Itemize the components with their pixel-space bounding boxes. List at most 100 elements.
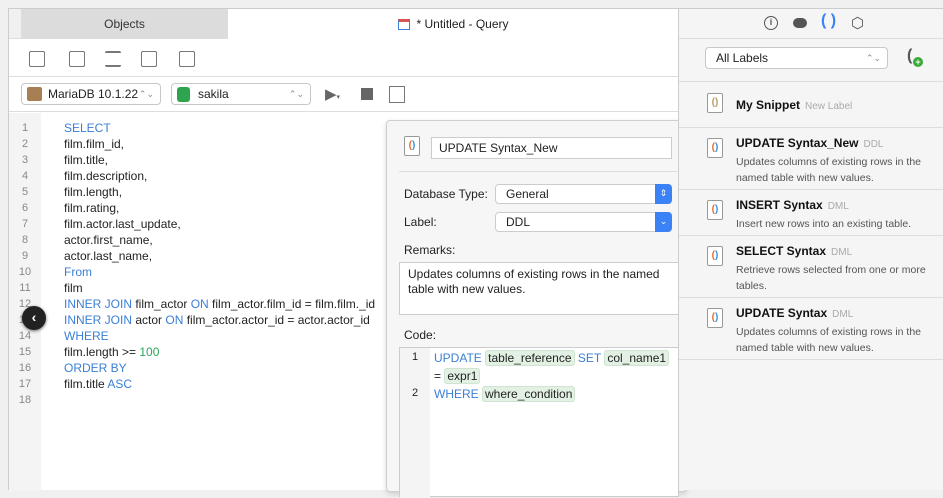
remarks-textarea[interactable]: Updates columns of existing rows in the …	[399, 262, 679, 315]
snippets-icon[interactable]: ( )	[821, 12, 836, 30]
database-type-value: General	[506, 187, 549, 201]
label-select[interactable]: DDL ⌄	[495, 212, 672, 232]
snippet-item[interactable]: () SELECT Syntax DML Retrieve rows select…	[679, 236, 943, 298]
remarks-label: Remarks:	[404, 243, 456, 257]
sql-text: film_actor.film_id = film.film._id	[208, 297, 376, 311]
line-number: 5	[21, 186, 29, 198]
query-toolbar	[9, 39, 679, 77]
info-icon[interactable]: i	[764, 16, 778, 30]
placeholder-token[interactable]: table_reference	[485, 350, 575, 366]
label-label: Label:	[404, 215, 437, 229]
database-type-label: Database Type:	[404, 187, 488, 201]
connection-label: MariaDB 10.1.22	[48, 87, 139, 101]
placeholder-token[interactable]: where_condition	[482, 386, 576, 402]
snippet-name: INSERT Syntax	[736, 198, 823, 212]
code-line: actor.last_name,	[64, 248, 375, 264]
snippet-description: Updates columns of existing rows in the …	[736, 326, 922, 354]
code-editor[interactable]: 1 2 UPDATE table_reference SET col_name1…	[399, 347, 679, 498]
sql-text: film_actor.actor_id = actor.actor_id	[183, 313, 370, 327]
tab-query[interactable]: * Untitled - Query	[228, 9, 679, 39]
preview-eye-icon[interactable]	[793, 18, 807, 28]
sql-keyword: From	[64, 265, 92, 279]
code-line: INNER JOIN film_actor ON film_actor.film…	[64, 296, 375, 312]
snippet-description: Insert new rows into an existing table.	[736, 218, 912, 230]
snippet-icon: ()	[404, 136, 420, 156]
divider	[399, 171, 677, 172]
code-line: film.title,	[64, 152, 375, 168]
sql-text: actor	[132, 313, 166, 327]
sql-text: film.film_id,	[64, 137, 125, 151]
chevron-updown-icon: ⌃⌄	[138, 89, 154, 99]
stop-icon[interactable]	[361, 88, 373, 100]
code-line: ORDER BY	[64, 360, 375, 376]
add-snippet-icon[interactable]: (+	[907, 47, 923, 67]
snippet-detail-popover: () UPDATE Syntax_New Database Type: Gene…	[386, 120, 698, 498]
placeholder-token[interactable]: expr1	[444, 368, 481, 384]
code-line: WHERE	[64, 328, 375, 344]
code-line: film.length,	[64, 184, 375, 200]
label-filter-select[interactable]: All Labels ⌃⌄	[705, 47, 888, 69]
snippet-title: SELECT Syntax DML	[736, 244, 852, 258]
line-number: 18	[18, 394, 32, 406]
database-type-select[interactable]: General ⇕	[495, 184, 672, 204]
line-number-gutter: 123456789101112131415161718	[9, 113, 41, 491]
beautify-icon[interactable]	[105, 51, 121, 67]
snippet-label: DML	[827, 201, 849, 212]
line-number: 3	[21, 154, 29, 166]
line-number: 16	[18, 362, 32, 374]
snippet-name: SELECT Syntax	[736, 244, 827, 258]
sql-text: film.title,	[64, 153, 109, 167]
save-icon[interactable]	[29, 51, 45, 67]
snippet-icon: ()	[707, 246, 723, 266]
code-line: film	[64, 280, 375, 296]
line-number: 1	[411, 351, 419, 363]
chevron-updown-icon: ⌃⌄	[865, 53, 881, 63]
snippet-item[interactable]: () UPDATE Syntax DML Updates columns of e…	[679, 298, 943, 360]
hexagon-settings-icon[interactable]: ⬡	[851, 14, 864, 32]
code-snippet-icon[interactable]	[141, 51, 157, 67]
chevron-down-icon: ⌄	[655, 212, 672, 232]
tab-objects[interactable]: Objects	[21, 9, 228, 39]
tab-bar: Objects * Untitled - Query	[9, 9, 679, 39]
sql-text: film	[64, 281, 83, 295]
query-builder-icon[interactable]	[69, 51, 85, 67]
sql-text: film_actor	[132, 297, 191, 311]
snippet-name: UPDATE Syntax_New	[736, 136, 859, 150]
run-icon[interactable]: ▶▾	[325, 85, 340, 103]
sql-keyword: INNER JOIN	[64, 313, 133, 327]
back-chevron-icon[interactable]: ‹	[22, 306, 46, 330]
sql-text: actor.first_name,	[64, 233, 153, 247]
sql-text: actor.last_name,	[64, 249, 153, 263]
sql-text: film.rating,	[64, 201, 120, 215]
line-number: 7	[21, 218, 29, 230]
snippet-icon: ()	[707, 138, 723, 158]
snippet-item[interactable]: () INSERT Syntax DML Insert new rows into…	[679, 190, 943, 236]
snippet-item[interactable]: () UPDATE Syntax_New DDL Updates columns …	[679, 128, 943, 190]
sql-text: film.length >=	[64, 345, 140, 359]
line-number: 2	[411, 387, 419, 399]
connection-toolbar: MariaDB 10.1.22 ⌃⌄ sakila ⌃⌄ ▶▾	[9, 78, 679, 112]
code-line: INNER JOIN actor ON film_actor.actor_id …	[64, 312, 375, 328]
connection-select[interactable]: MariaDB 10.1.22 ⌃⌄	[21, 83, 161, 105]
filter-bar: All Labels ⌃⌄ (+	[679, 39, 943, 82]
keyword: SET	[577, 351, 601, 365]
snippet-item[interactable]: () My Snippet New Label	[679, 83, 943, 128]
label-value: DDL	[506, 215, 531, 229]
line-number: 11	[19, 282, 31, 294]
line-number: 6	[21, 202, 29, 214]
placeholder-token[interactable]: col_name1	[604, 350, 670, 366]
snippet-icon: ()	[707, 200, 723, 220]
line-number: 9	[21, 250, 29, 262]
code-gutter: 1 2	[400, 348, 430, 498]
snippet-description: Updates columns of existing rows in the …	[736, 156, 922, 184]
export-icon[interactable]	[179, 51, 195, 67]
database-select[interactable]: sakila ⌃⌄	[171, 83, 311, 105]
snippet-name: UPDATE Syntax	[736, 306, 828, 320]
snippet-title: UPDATE Syntax_New DDL	[736, 136, 884, 150]
snippets-panel: i ( ) ⬡ All Labels ⌃⌄ (+ () My Snippet New…	[678, 8, 943, 490]
sql-code[interactable]: SELECT film.film_id, film.title, film.descr…	[64, 120, 375, 408]
chevron-updown-icon: ⇕	[655, 184, 672, 204]
explain-icon[interactable]	[389, 86, 405, 103]
snippet-name-input[interactable]: UPDATE Syntax_New	[431, 137, 672, 159]
sql-number: 100	[139, 345, 160, 359]
